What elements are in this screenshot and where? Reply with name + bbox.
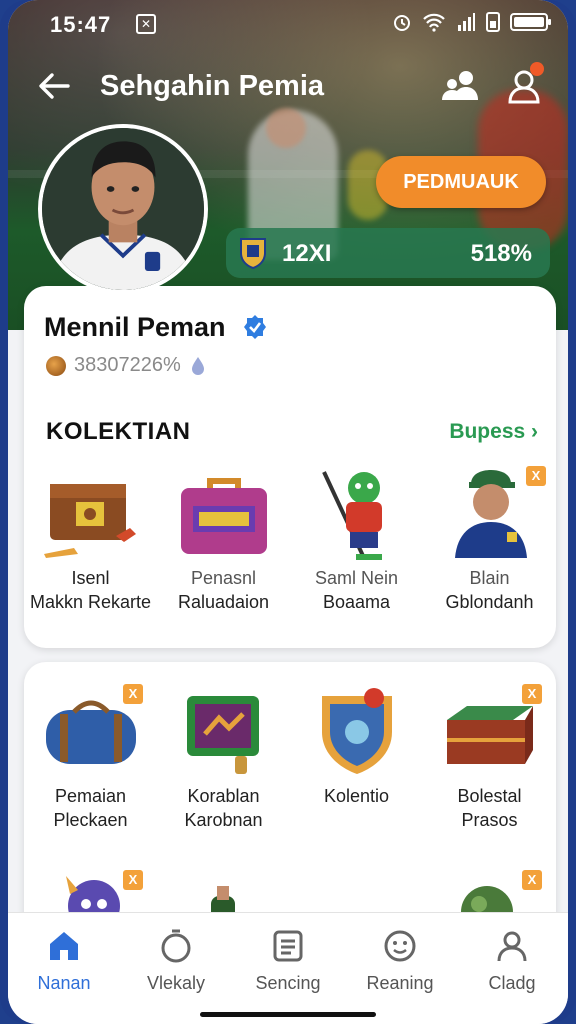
signal-icon [458,13,475,31]
collection-item[interactable]: Saml Nein Boaama [290,466,423,614]
alerts-button[interactable] [502,62,546,108]
status-time: 15:47 [50,12,112,37]
status-icons [392,12,551,32]
mascot-figure-icon [321,471,382,560]
collection-row-2: X Pemaian Pleckaen Korablan Karobnan Kol… [24,684,556,832]
nav-label: Cladg [488,973,536,993]
item-line2: Gblondanh [445,592,534,612]
status-bar: 15:47 ✕ [8,0,568,50]
item-line1: Bolestal [457,786,522,806]
alarm-icon [394,15,410,31]
list-icon [273,930,303,962]
sim-icon [486,12,500,32]
new-tag-icon: X [123,684,143,704]
battery-icon [510,13,551,31]
app-screen: 15:47 ✕ Sehgahin Pemia PEDMUAUK 12XI 518… [8,0,568,1024]
new-tag-icon: X [526,466,546,486]
item-line2: Boaama [322,592,391,612]
club-crest-icon [240,238,266,270]
stat-right: 518% [470,240,532,267]
new-tag-icon: X [522,870,542,890]
item-line1: Korablan [187,786,260,806]
treasure-chest-icon [43,484,136,558]
collection-item[interactable]: X Blain Gblondanh [423,466,556,614]
home-icon [50,932,78,960]
collection-row-1: Isenl Makkn Rekarte Penasnl Raluadaion S… [24,466,556,614]
item-line1: Kolentio [323,786,390,806]
notification-badge [530,62,544,76]
see-all-link[interactable]: Bupess › [449,420,538,444]
friends-icon [442,71,478,100]
item-line1: Saml Nein [314,568,399,588]
drop-icon [191,356,204,375]
page-title: Sehgahin Pemia [100,70,325,102]
wifi-icon [423,13,445,32]
item-line2: Pleckaen [53,810,128,830]
new-tag-icon: X [123,870,143,890]
bottom-nav: Nanan Vlekaly Sencing Reaning Cladg [8,912,568,1024]
cta-button[interactable]: PEDMUAUK [376,156,546,208]
item-line2: Prasos [461,810,518,830]
player-sub-row: 38307226% [46,354,207,377]
item-line1: Penasnl [190,568,257,588]
nav-item-3[interactable]: Sencing [232,913,344,1024]
stat-left: 12XI [282,240,332,267]
nav-item-4[interactable]: Reaning [344,913,456,1024]
player-sub-value: 38307226% [74,354,181,376]
home-indicator[interactable] [200,1012,376,1017]
friends-button[interactable] [438,64,482,108]
new-tag-icon: X [522,684,542,704]
collection-title: KOLEKTIAN [46,418,191,445]
collection-item[interactable]: Penasnl Raluadaion [157,466,290,614]
item-line1: Blain [469,568,510,588]
timer-icon [161,929,191,963]
nav-label: Sencing [255,973,321,993]
profile-icon [497,931,527,962]
nav-label: Vlekaly [146,973,206,993]
stats-bar: 12XI 518% [226,228,550,278]
item-line2: Karobnan [184,810,263,830]
nav-label: Nanan [37,973,91,993]
face-icon [384,930,416,962]
nav-item-5[interactable]: Cladg [456,913,568,1024]
player-avatar[interactable] [38,124,208,294]
notification-icon: ✕ [136,14,156,34]
verified-icon [244,315,266,339]
collection-item[interactable]: Isenl Makkn Rekarte [24,466,157,614]
nav-item-2[interactable]: Vlekaly [120,913,232,1024]
item-line2: Raluadaion [177,592,270,612]
coin-icon [46,355,66,376]
item-line1: Isenl [71,568,110,588]
player-photo [42,128,204,290]
nav-label: Reaning [366,973,434,993]
profile-card: Mennil Peman 38307226% KOLEKTIAN Bupess … [24,286,556,648]
item-line1: Pemaian [54,786,127,806]
arrow-left-icon [39,73,70,99]
item-line2: Makkn Rekarte [29,592,152,612]
nav-item-home[interactable]: Nanan [8,913,120,1024]
collection-item[interactable]: Korablan Karobnan [157,684,290,832]
player-name: Mennil Peman [44,312,226,342]
shield-badge-icon [321,688,392,774]
collection-item[interactable]: Kolentio [290,684,423,832]
collection-item[interactable]: X Bolestal Prasos [423,684,556,832]
card-pack-icon [186,696,259,774]
back-button[interactable] [34,66,74,106]
suitcase-icon [180,478,267,554]
collection-item[interactable]: X Pemaian Pleckaen [24,684,157,832]
phone-frame: 15:47 ✕ Sehgahin Pemia PEDMUAUK 12XI 518… [0,0,576,1024]
